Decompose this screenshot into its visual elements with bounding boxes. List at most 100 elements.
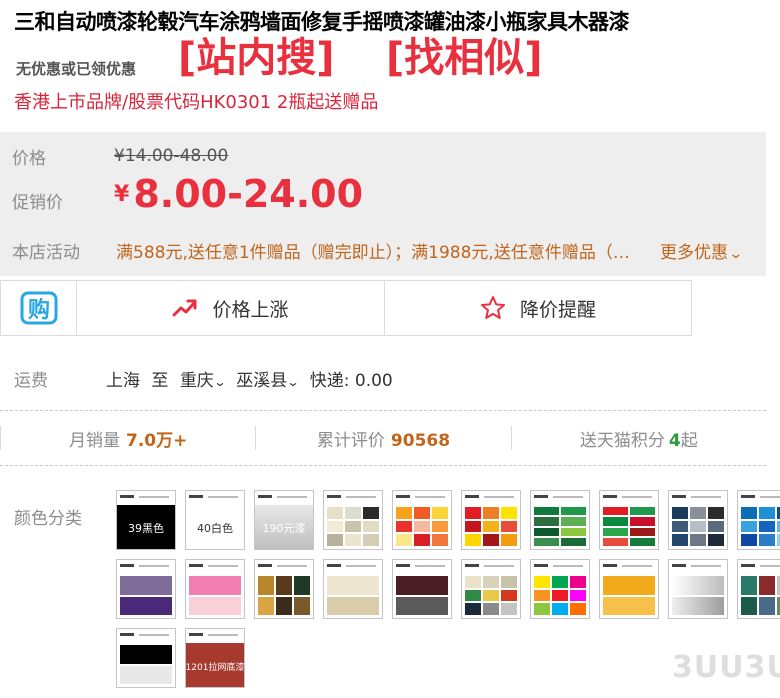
- swatch-header: [393, 560, 451, 574]
- color-swatch[interactable]: [668, 559, 728, 619]
- swatch-header: [393, 491, 451, 505]
- swatch-body: 190元漆: [255, 505, 313, 549]
- swatch-header: [462, 560, 520, 574]
- price-alert-button[interactable]: 降价提醒: [385, 281, 691, 335]
- star-icon: [480, 295, 506, 321]
- swatch-grid: [741, 576, 780, 615]
- tmall-points-label: 送天猫积分: [579, 430, 665, 451]
- currency-symbol: ¥: [114, 182, 130, 207]
- promo-price-label: 促销价: [12, 193, 63, 213]
- promo-price-value: 8.00-24.00: [133, 172, 364, 216]
- swatch-grid: [534, 576, 586, 615]
- swatch-grid: [603, 576, 655, 615]
- color-swatch[interactable]: [392, 490, 452, 550]
- color-swatch[interactable]: [530, 559, 590, 619]
- swatch-grid: [189, 576, 241, 615]
- swatch-grid: [465, 507, 517, 546]
- action-bar: 购 价格上涨 降价提醒: [0, 280, 692, 336]
- swatch-header: [531, 560, 589, 574]
- swatch-grid: [120, 645, 172, 684]
- color-category-label: 颜色分类: [14, 509, 82, 529]
- original-price: ¥14.00-48.00: [114, 146, 229, 166]
- color-swatch[interactable]: [392, 559, 452, 619]
- more-promotions-button[interactable]: 更多优惠⌄: [660, 238, 743, 263]
- color-swatch[interactable]: [530, 490, 590, 550]
- swatch-header: [255, 491, 313, 505]
- color-swatch[interactable]: 39黑色: [116, 490, 176, 550]
- shopping-bag-icon: 购: [19, 288, 59, 328]
- swatch-header: [600, 560, 658, 574]
- swatch-header: [324, 491, 382, 505]
- color-swatch[interactable]: [737, 559, 780, 619]
- express-fee: 快递: 0.00: [309, 371, 393, 391]
- color-swatch[interactable]: [737, 490, 780, 550]
- color-swatch[interactable]: [599, 559, 659, 619]
- store-activity-label: 本店活动: [12, 243, 80, 263]
- swatch-body: 1201拉网底漆: [185, 643, 245, 687]
- price-label: 价格: [12, 149, 46, 169]
- color-swatch[interactable]: [323, 490, 383, 550]
- color-swatch[interactable]: [185, 559, 245, 619]
- more-promotions-label: 更多优惠: [660, 243, 728, 263]
- price-up-button[interactable]: 价格上涨: [77, 281, 385, 335]
- swatch-grid: [603, 507, 655, 546]
- swatch-header: [600, 491, 658, 505]
- swatch-header: [669, 560, 727, 574]
- swatch-header: [186, 491, 244, 505]
- ship-to-word: 至: [151, 371, 169, 391]
- swatch-header: [255, 560, 313, 574]
- price-panel: 价格 ¥14.00-48.00 促销价 ¥8.00-24.00 本店活动 满58…: [0, 132, 766, 276]
- ship-county: 巫溪县: [236, 371, 288, 391]
- swatch-header: [531, 491, 589, 505]
- color-swatch[interactable]: [116, 559, 176, 619]
- ship-from: 上海: [106, 371, 140, 391]
- swatch-grid: [741, 507, 780, 546]
- color-swatch[interactable]: [323, 559, 383, 619]
- shipping-info: 上海 至 重庆⌄ 巫溪县⌄ 快递: 0.00: [106, 366, 393, 391]
- color-swatch[interactable]: [461, 559, 521, 619]
- monthly-sales-label: 月销量: [68, 430, 120, 451]
- store-activity-text: 满588元,送任意1件赠品（赠完即止）；满1988元,送任意件赠品（赠完即止）: [116, 243, 636, 263]
- divider: [0, 465, 766, 466]
- ship-county-select[interactable]: 巫溪县⌄: [236, 371, 304, 391]
- find-similar-link[interactable]: [找相似]: [386, 30, 543, 86]
- swatch-text: 40白色: [197, 522, 233, 535]
- swatch-text: 1201拉网底漆: [185, 662, 245, 673]
- swatch-grid: [327, 576, 379, 615]
- monthly-sales: 月销量 7.0万+: [1, 426, 255, 451]
- swatch-text: 39黑色: [128, 522, 164, 535]
- chevron-down-icon: ⌄: [286, 375, 300, 389]
- price-alert-label: 降价提醒: [519, 298, 596, 321]
- color-swatch[interactable]: [599, 490, 659, 550]
- stats-row: 月销量 7.0万+ 累计评价 90568 送天猫积分 4起: [0, 411, 766, 465]
- tmall-points-suffix: 起: [680, 430, 698, 451]
- ship-city-select[interactable]: 重庆⌄: [180, 371, 231, 391]
- tmall-points: 送天猫积分 4起: [512, 426, 766, 451]
- swatch-grid: [672, 576, 724, 615]
- swatch-header: [186, 560, 244, 574]
- tmall-points-value: 4: [668, 430, 681, 451]
- swatch-header: [186, 629, 244, 643]
- swatch-header: [117, 629, 175, 643]
- search-in-store-link[interactable]: [站内搜]: [178, 30, 335, 86]
- swatch-header: [117, 560, 175, 574]
- color-swatch[interactable]: 40白色: [185, 490, 245, 550]
- swatch-grid: [534, 507, 586, 546]
- gou-button[interactable]: 购: [1, 281, 77, 335]
- color-swatch[interactable]: [116, 628, 176, 688]
- color-swatch[interactable]: 1201拉网底漆: [185, 628, 245, 688]
- trend-up-icon: [172, 298, 198, 318]
- chevron-down-icon: ⌄: [213, 375, 227, 389]
- price-up-label: 价格上涨: [212, 298, 289, 321]
- color-swatch[interactable]: 190元漆: [254, 490, 314, 550]
- swatch-body: 39黑色: [117, 505, 175, 549]
- color-swatch[interactable]: [461, 490, 521, 550]
- color-swatch[interactable]: [254, 559, 314, 619]
- swatch-grid: [258, 576, 310, 615]
- brand-slogan: 香港上市品牌/股票代码HK0301 2瓶起送赠品: [14, 92, 379, 113]
- swatch-header: [117, 491, 175, 505]
- swatch-grid: [327, 507, 379, 546]
- total-reviews[interactable]: 累计评价 90568: [256, 426, 510, 451]
- color-swatch[interactable]: [668, 490, 728, 550]
- swatch-grid: [672, 507, 724, 546]
